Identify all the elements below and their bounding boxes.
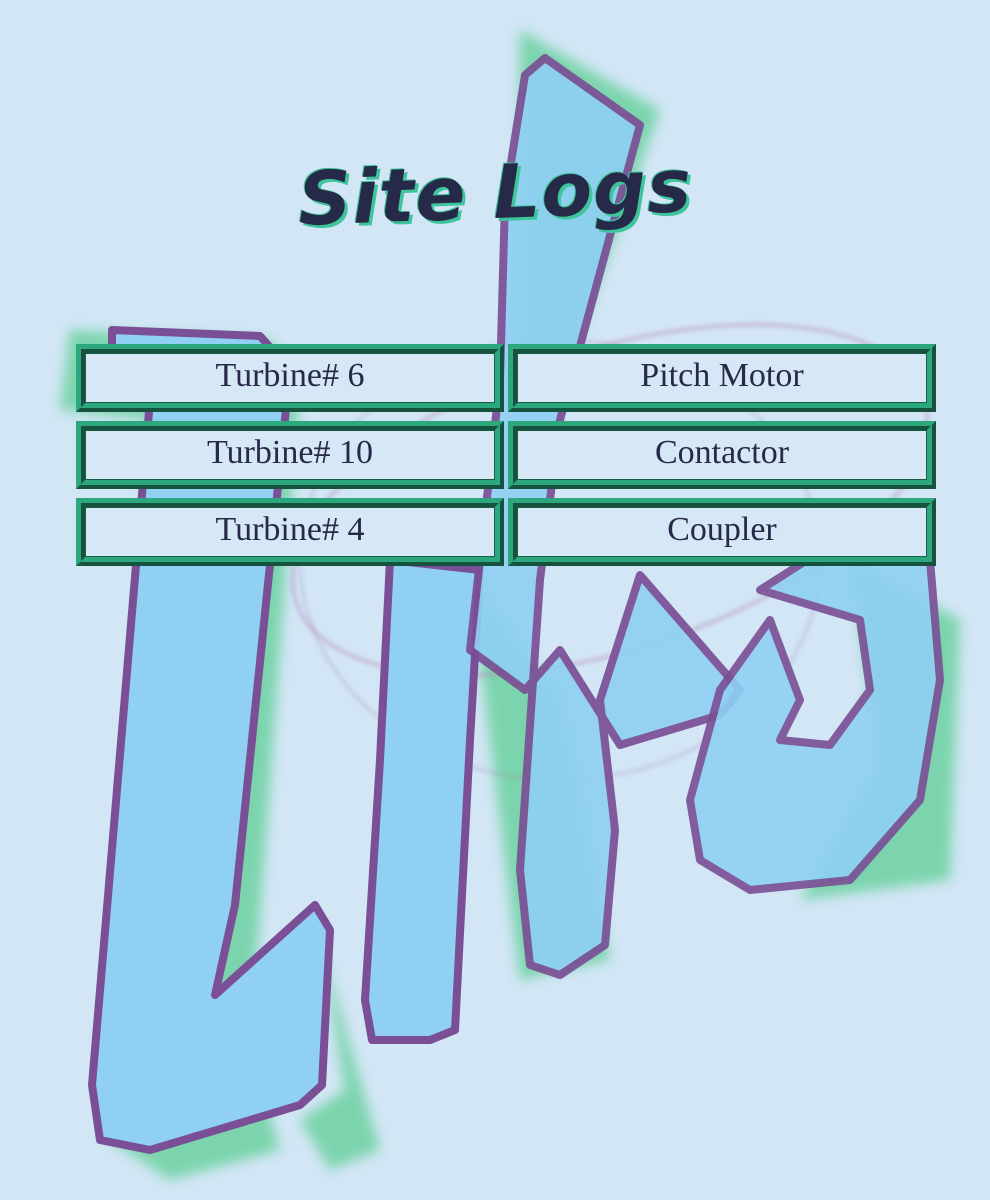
log-button-coupler[interactable]: Coupler: [508, 498, 936, 566]
log-button-pitch-motor[interactable]: Pitch Motor: [508, 344, 936, 412]
site-logs-grid: Turbine# 6 Pitch Motor Turbine# 10 Conta…: [76, 344, 936, 566]
log-button-turbine-4[interactable]: Turbine# 4: [76, 498, 504, 566]
log-button-turbine-6[interactable]: Turbine# 6: [76, 344, 504, 412]
log-button-turbine-10[interactable]: Turbine# 10: [76, 421, 504, 489]
log-button-contactor[interactable]: Contactor: [508, 421, 936, 489]
